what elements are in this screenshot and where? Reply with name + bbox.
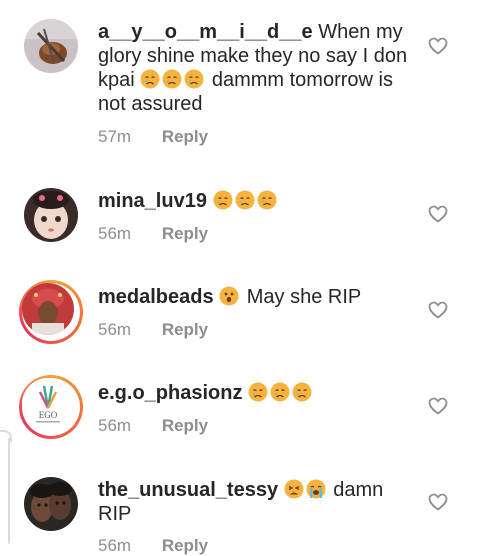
crying-face-icon [292,382,312,402]
comment-meta: 56m Reply [98,320,208,340]
comment-meta: 56m Reply [98,536,208,556]
comment-body: e.g.o_phasionz [98,381,410,405]
comment-body: the_unusual_tessy damn RIP [98,478,410,526]
comment-body: a__y__o__m__i__d__e When my glory shine … [98,20,410,116]
avatar-photo [24,19,78,73]
avatar[interactable] [24,477,78,531]
heart-outline-icon[interactable] [428,205,448,223]
crying-face-icon [213,190,233,210]
avatar-story-ring[interactable] [19,280,83,344]
thread-connector-curve [0,430,12,442]
heart-outline-icon[interactable] [428,493,448,511]
heart-outline-icon[interactable] [428,301,448,319]
comment-time: 56m [98,536,132,555]
avatar-photo [22,283,74,335]
comment-body: medalbeads May she RIP [98,285,410,309]
crying-face-icon [184,69,204,89]
avatar[interactable] [24,188,78,242]
heart-outline-icon[interactable] [428,37,448,55]
avatar [22,283,74,335]
crying-face-icon [257,190,277,210]
comment-text: May she RIP [246,286,362,308]
weary-face-icon [284,479,304,499]
reply-button[interactable]: Reply [162,224,208,243]
comment-username[interactable]: the_unusual_tessy [98,479,278,501]
comment-time: 56m [98,320,132,339]
comment-time: 57m [98,127,132,146]
avatar-logo-text: EGO [39,410,58,420]
comment-username[interactable]: a__y__o__m__i__d__e [98,21,313,43]
crying-face-icon [140,69,160,89]
heart-outline-icon[interactable] [428,397,448,415]
comment-meta: 56m Reply [98,416,208,436]
thread-connector-line [8,438,10,544]
crying-face-icon [248,382,268,402]
reply-button[interactable]: Reply [162,536,208,555]
comment-time: 56m [98,224,132,243]
reply-button[interactable]: Reply [162,416,208,435]
avatar[interactable] [24,19,78,73]
astonished-face-icon [219,286,239,306]
comment-body: mina_luv19 [98,189,410,213]
crying-face-icon [162,69,182,89]
ego-logo: EGO [22,378,74,430]
reply-button[interactable]: Reply [162,320,208,339]
loudly-crying-face-icon [306,479,326,499]
reply-button[interactable]: Reply [162,127,208,146]
crying-face-icon [270,382,290,402]
comment-time: 56m [98,416,132,435]
comment-username[interactable]: e.g.o_phasionz [98,382,242,404]
avatar-story-ring[interactable]: EGO [19,375,83,439]
comment-meta: 57m Reply [98,127,208,147]
avatar-photo [24,477,78,531]
avatar-photo [24,188,78,242]
comment-meta: 56m Reply [98,224,208,244]
comment-username[interactable]: mina_luv19 [98,190,207,212]
crying-face-icon [235,190,255,210]
avatar: EGO [22,378,74,430]
comment-username[interactable]: medalbeads [98,286,214,308]
